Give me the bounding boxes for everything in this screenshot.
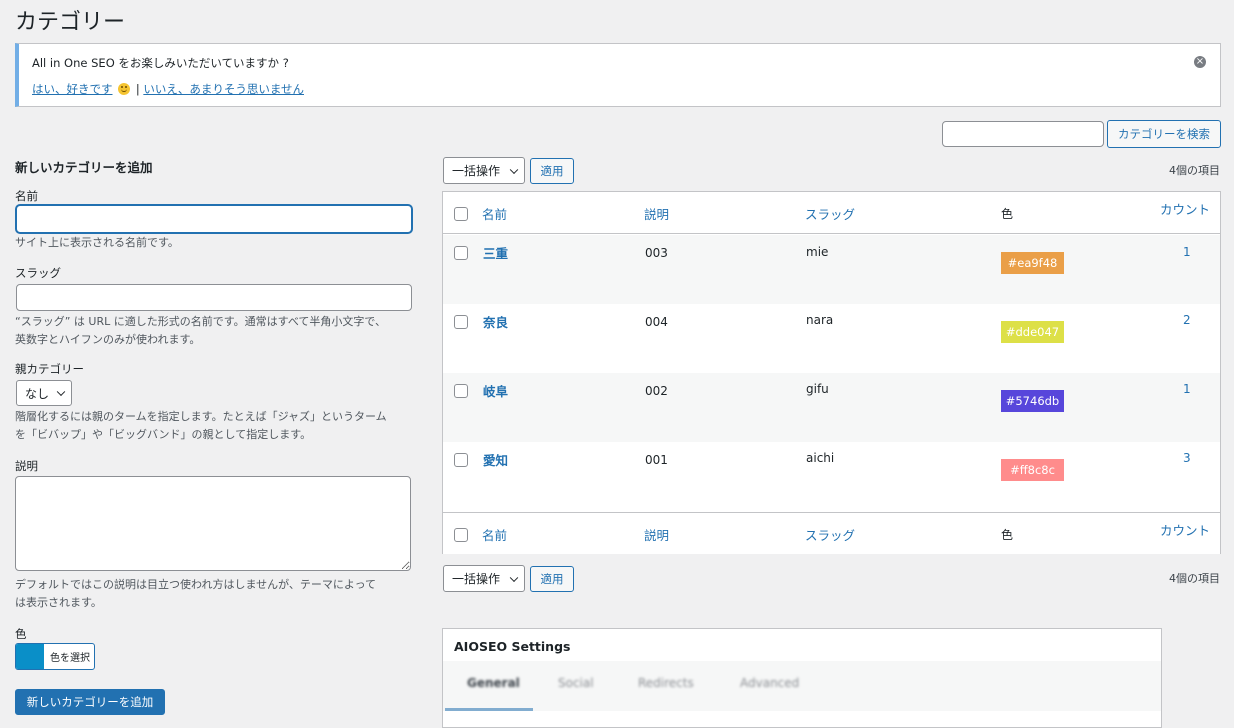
category-name-link[interactable]: 三重 bbox=[483, 243, 508, 262]
table-row: 岐阜 002 gifu #5746db 1 bbox=[443, 373, 1220, 442]
aioseo-settings-title: AIOSEO Settings bbox=[454, 639, 571, 654]
category-name-link[interactable]: 愛知 bbox=[483, 450, 508, 469]
add-new-category-button[interactable]: 新しいカテゴリーを追加 bbox=[15, 689, 165, 715]
color-picker-button[interactable]: 色を選択 bbox=[15, 643, 95, 670]
page-title: カテゴリー bbox=[15, 10, 126, 35]
row-checkbox[interactable] bbox=[454, 384, 468, 398]
chevron-down-icon bbox=[509, 573, 519, 582]
notice-separator: | bbox=[135, 82, 140, 96]
slug-help-line-2: 英数字とハイフンのみが使われます。 bbox=[15, 333, 201, 346]
apply-bulk-action-button-top[interactable]: 適用 bbox=[530, 158, 574, 184]
description-help-line-1: デフォルトではこの説明は目立つ使われ方はしませんが、テーマによって bbox=[15, 578, 377, 591]
description-help-line-2: は表示されます。 bbox=[15, 596, 102, 609]
category-count-link[interactable]: 1 bbox=[1183, 245, 1191, 259]
tab-advanced[interactable]: Advanced bbox=[740, 676, 799, 690]
color-preview-swatch bbox=[16, 644, 44, 669]
category-name-input[interactable] bbox=[16, 205, 412, 233]
parent-category-label: 親カテゴリー bbox=[15, 362, 84, 376]
category-color-swatch: #ff8c8c bbox=[1001, 459, 1064, 481]
apply-bulk-action-button-bottom[interactable]: 適用 bbox=[530, 566, 574, 592]
column-header-description[interactable]: 説明 bbox=[644, 204, 669, 223]
name-label: 名前 bbox=[15, 189, 38, 203]
category-slug: nara bbox=[806, 313, 834, 327]
row-checkbox[interactable] bbox=[454, 315, 468, 329]
column-header-count[interactable]: カウント bbox=[1160, 199, 1210, 218]
category-slug: aichi bbox=[806, 451, 835, 465]
table-row: 愛知 001 aichi #ff8c8c 3 bbox=[443, 442, 1220, 511]
category-color-swatch: #5746db bbox=[1001, 390, 1064, 412]
row-checkbox[interactable] bbox=[454, 246, 468, 260]
active-tab-indicator bbox=[445, 708, 533, 711]
footer-column-slug[interactable]: スラッグ bbox=[805, 525, 855, 544]
category-description: 002 bbox=[645, 384, 668, 398]
table-row: 三重 003 mie #ea9f48 1 bbox=[443, 235, 1220, 304]
name-help: サイト上に表示される名前です。 bbox=[15, 236, 179, 249]
category-color-swatch: #dde047 bbox=[1001, 321, 1064, 343]
table-row: 奈良 004 nara #dde047 2 bbox=[443, 304, 1220, 373]
footer-column-name[interactable]: 名前 bbox=[482, 525, 507, 544]
slug-help-line-1: “スラッグ” は URL に適した形式の名前です。通常はすべて半角小文字で、 bbox=[15, 315, 386, 328]
table-footer: 名前 説明 スラッグ 色 カウント bbox=[443, 512, 1220, 554]
category-description-textarea[interactable] bbox=[15, 476, 411, 571]
tab-social[interactable]: Social bbox=[558, 676, 594, 690]
column-header-name[interactable]: 名前 bbox=[482, 204, 507, 223]
bulk-actions-selected: 一括操作 bbox=[452, 164, 501, 178]
category-description: 004 bbox=[645, 315, 668, 329]
footer-column-color: 色 bbox=[1001, 528, 1014, 542]
notice-links: はい、好きです | いいえ、あまりそう思いません bbox=[32, 81, 304, 97]
select-all-checkbox[interactable] bbox=[454, 207, 468, 221]
category-slug: gifu bbox=[806, 382, 829, 396]
parent-category-select[interactable]: なし bbox=[16, 380, 72, 406]
color-label: 色 bbox=[15, 627, 27, 641]
category-name-link[interactable]: 奈良 bbox=[483, 312, 508, 331]
category-count-link[interactable]: 1 bbox=[1183, 382, 1191, 396]
category-description: 001 bbox=[645, 453, 668, 467]
category-slug-input[interactable] bbox=[16, 284, 412, 311]
aioseo-feedback-notice: All in One SEO をお楽しみいただいていますか ? はい、好きです … bbox=[15, 43, 1221, 107]
description-label: 説明 bbox=[15, 459, 38, 473]
chevron-down-icon bbox=[509, 165, 519, 174]
bulk-actions-select-bottom[interactable]: 一括操作 bbox=[443, 565, 525, 592]
add-category-heading: 新しいカテゴリーを追加 bbox=[15, 160, 153, 175]
parent-category-selected: なし bbox=[25, 386, 50, 401]
table-header: 名前 説明 スラッグ 色 カウント bbox=[443, 192, 1220, 234]
tab-redirects[interactable]: Redirects bbox=[638, 676, 694, 690]
aioseo-tabs: General Social Redirects Advanced bbox=[443, 661, 1161, 711]
column-header-color: 色 bbox=[1001, 207, 1014, 221]
bulk-actions-selected-bottom: 一括操作 bbox=[452, 572, 501, 586]
parent-help-line-2: を「ビバップ」や「ビッグバンド」の親として指定します。 bbox=[15, 428, 312, 441]
category-search-input[interactable] bbox=[942, 121, 1104, 147]
color-picker-label: 色を選択 bbox=[50, 653, 90, 664]
categories-table: 名前 説明 スラッグ 色 カウント 三重 003 mie #ea9f48 1 奈… bbox=[442, 191, 1221, 554]
slug-label: スラッグ bbox=[15, 266, 61, 280]
category-color-swatch: #ea9f48 bbox=[1001, 252, 1064, 274]
row-checkbox[interactable] bbox=[454, 453, 468, 467]
footer-column-description[interactable]: 説明 bbox=[644, 525, 669, 544]
tab-general[interactable]: General bbox=[467, 676, 520, 690]
notice-no-link[interactable]: いいえ、あまりそう思いません bbox=[143, 82, 304, 96]
parent-help-line-1: 階層化するには親のタームを指定します。たとえば「ジャズ」というターム bbox=[15, 410, 387, 423]
column-header-slug[interactable]: スラッグ bbox=[805, 204, 855, 223]
category-count-link[interactable]: 3 bbox=[1183, 451, 1191, 465]
items-count-bottom: 4個の項目 bbox=[1169, 572, 1220, 585]
aioseo-settings-panel: AIOSEO Settings General Social Redirects… bbox=[442, 628, 1162, 728]
notice-question: All in One SEO をお楽しみいただいていますか ? bbox=[32, 56, 289, 70]
footer-column-count[interactable]: カウント bbox=[1160, 520, 1210, 539]
category-count-link[interactable]: 2 bbox=[1183, 313, 1191, 327]
select-all-checkbox-footer[interactable] bbox=[454, 528, 468, 542]
chevron-down-icon bbox=[56, 387, 66, 397]
category-slug: mie bbox=[806, 245, 829, 259]
smile-emoji-icon bbox=[118, 83, 131, 95]
category-name-link[interactable]: 岐阜 bbox=[483, 381, 508, 400]
category-description: 003 bbox=[645, 246, 668, 260]
dismiss-notice-icon[interactable]: × bbox=[1194, 56, 1206, 68]
search-categories-button[interactable]: カテゴリーを検索 bbox=[1107, 120, 1221, 148]
bulk-actions-select-top[interactable]: 一括操作 bbox=[443, 157, 525, 184]
notice-yes-link[interactable]: はい、好きです bbox=[32, 82, 113, 96]
items-count-top: 4個の項目 bbox=[1169, 164, 1220, 177]
